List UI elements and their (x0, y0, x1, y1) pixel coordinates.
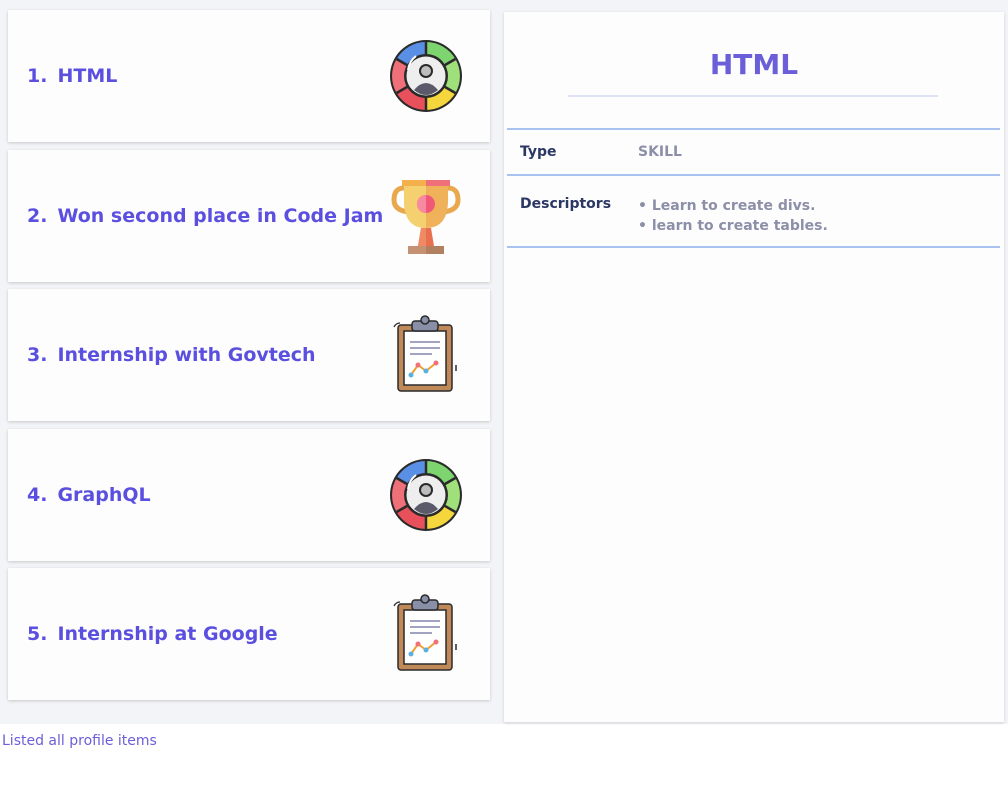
profile-item-index: 3. (27, 344, 48, 366)
profile-item-title: 1. HTML (27, 65, 117, 87)
type-label: Type (520, 144, 557, 160)
profile-item-list[interactable]: 1. HTML 2. Won second place in Code Jam 3.… (8, 10, 490, 708)
descriptor-item: Learn to create divs. (638, 196, 1000, 216)
detail-row-type: Type SKILL (507, 129, 1000, 175)
profile-item-title: 5. Internship at Google (27, 623, 278, 645)
profile-item-title: 3. Internship with Govtech (27, 344, 316, 366)
skill-wheel-icon (386, 36, 466, 116)
clipboard-chart-icon (386, 315, 466, 395)
profile-item-card[interactable]: 5. Internship at Google (8, 568, 490, 700)
profile-item-name: GraphQL (57, 483, 151, 506)
profile-item-index: 5. (27, 623, 48, 645)
descriptor-item: learn to create tables. (638, 216, 1000, 236)
descriptors-label: Descriptors (520, 196, 612, 212)
profile-item-title: 4. GraphQL (27, 484, 151, 506)
clipboard-chart-icon (386, 594, 466, 674)
status-message: Listed all profile items (2, 733, 157, 749)
detail-row-descriptors: Descriptors Learn to create divs. learn … (507, 175, 1000, 247)
detail-panel: HTML Type SKILL Descriptors Learn to cre… (504, 12, 1004, 722)
detail-table: Type SKILL Descriptors Learn to create d… (507, 128, 1000, 248)
profile-item-name: Internship at Google (57, 623, 278, 645)
detail-title: HTML (709, 48, 799, 81)
profile-item-title: 2. Won second place in Code Jam (27, 205, 383, 227)
profile-item-index: 4. (27, 483, 48, 506)
app-window: 1. HTML 2. Won second place in Code Jam 3.… (0, 0, 1008, 804)
profile-item-index: 2. (27, 204, 48, 227)
profile-item-name: Won second place in Code Jam (57, 204, 384, 227)
descriptors-list: Learn to create divs. learn to create ta… (638, 175, 1000, 247)
profile-item-name: HTML (57, 65, 118, 87)
profile-item-name: Internship with Govtech (57, 344, 316, 366)
profile-item-card[interactable]: 3. Internship with Govtech (8, 289, 490, 421)
type-value: SKILL (638, 144, 682, 160)
detail-title-divider (568, 95, 938, 97)
skill-wheel-icon (386, 455, 466, 535)
workspace: 1. HTML 2. Won second place in Code Jam 3.… (0, 0, 1008, 724)
profile-item-card[interactable]: 1. HTML (8, 10, 490, 142)
trophy-icon (386, 176, 466, 256)
profile-item-card[interactable]: 4. GraphQL (8, 428, 490, 561)
profile-item-card[interactable]: 2. Won second place in Code Jam (8, 149, 490, 282)
profile-item-index: 1. (27, 65, 48, 87)
